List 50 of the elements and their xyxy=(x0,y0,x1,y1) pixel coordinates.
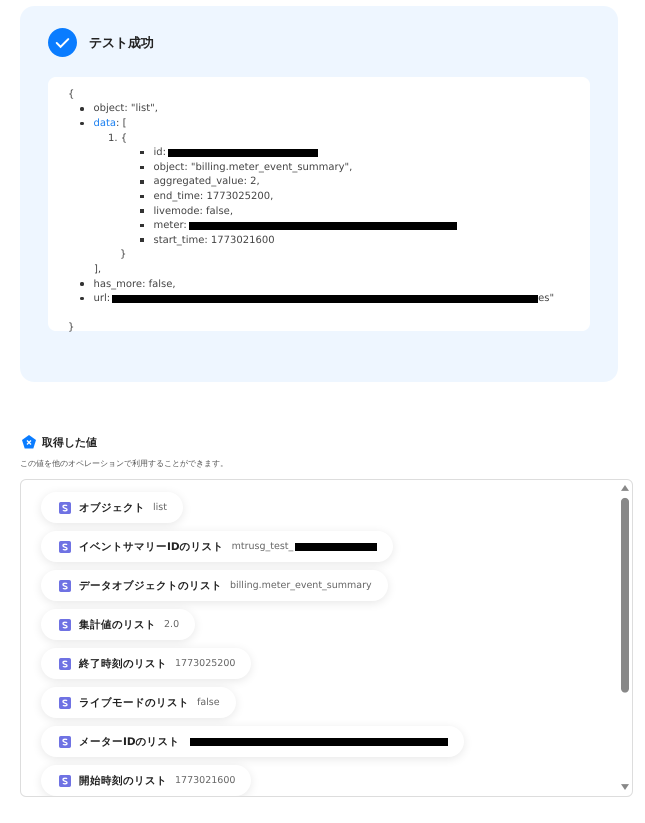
string-type-icon xyxy=(59,696,71,708)
bullet-icon xyxy=(140,166,144,170)
code-line: end_time: 1773025200, xyxy=(154,190,274,202)
variable-icon xyxy=(21,434,37,450)
code-line: has_more: false, xyxy=(94,278,176,290)
code-line: id: xyxy=(154,147,166,158)
code-text: ], xyxy=(94,264,102,275)
code-line: object: "billing.meter_event_summary", xyxy=(154,162,352,173)
bullet-icon xyxy=(140,180,144,184)
string-type-icon xyxy=(59,580,71,592)
value-chip[interactable]: 終了時刻のリスト 1773025200 xyxy=(41,648,252,679)
bullet-icon xyxy=(80,282,84,286)
code-brace: } xyxy=(68,322,74,333)
value-chip[interactable]: オブジェクト list xyxy=(41,492,183,523)
string-type-icon xyxy=(59,540,71,552)
code-line: livemode: false, xyxy=(154,206,234,217)
bullet-icon xyxy=(140,150,144,154)
string-type-icon xyxy=(59,658,71,670)
string-type-icon xyxy=(59,618,71,630)
value-chip[interactable]: 開始時刻のリスト 1773021600 xyxy=(41,765,252,796)
bullet-icon xyxy=(140,238,144,242)
bullet-icon xyxy=(140,224,144,228)
bullet-icon xyxy=(80,107,84,111)
code-line: url: xyxy=(94,293,110,304)
bullet-icon xyxy=(140,194,144,198)
code-line: meter: xyxy=(154,220,187,232)
value-chip[interactable]: データオブジェクトのリスト billing.meter_event_summary xyxy=(41,570,388,601)
code-line: start_time: 1773021600 xyxy=(154,234,275,246)
code-text: 1. { xyxy=(108,132,128,144)
value-chip[interactable]: メーターIDのリスト xyxy=(41,726,464,757)
string-type-icon xyxy=(59,502,71,514)
code-key: data xyxy=(94,118,116,129)
value-chip[interactable]: 集計値のリスト 2.0 xyxy=(41,609,196,640)
code-brace: } xyxy=(120,249,126,260)
bullet-icon xyxy=(80,122,84,126)
bullet-icon xyxy=(80,296,84,300)
result-title: テスト成功 xyxy=(89,34,154,52)
bullet-icon xyxy=(140,209,144,213)
check-icon xyxy=(48,28,77,57)
code-text: : [ xyxy=(116,118,126,129)
section-description: この値を他のオペレーションで利用することができます。 xyxy=(20,458,229,469)
string-type-icon xyxy=(59,736,71,748)
code-line: aggregated_value: 2, xyxy=(154,176,260,188)
code-line: object: "list", xyxy=(94,103,158,114)
section-title: 取得した値 xyxy=(42,434,97,450)
value-chip[interactable]: ライブモードのリスト false xyxy=(41,687,236,718)
value-chip[interactable]: イベントサマリーIDのリスト mtrusg_test_ xyxy=(41,531,394,562)
code-brace: { xyxy=(68,88,74,100)
code-text: es" xyxy=(538,293,554,304)
string-type-icon xyxy=(59,774,71,786)
